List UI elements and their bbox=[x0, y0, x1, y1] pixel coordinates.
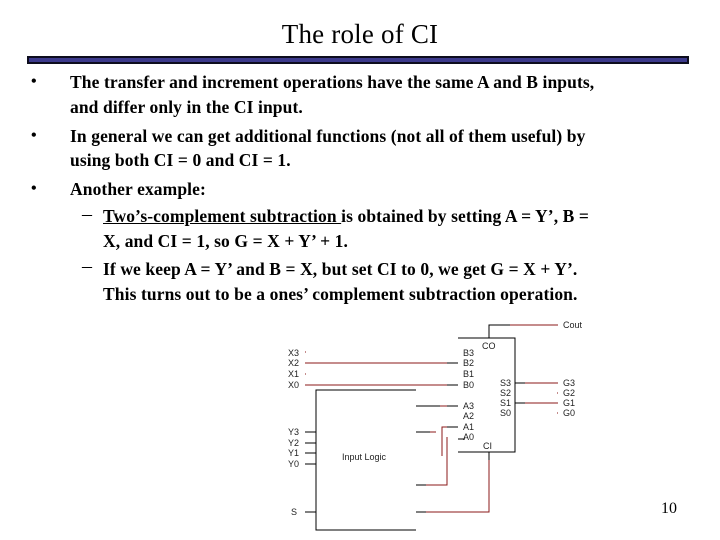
label-cout: Cout bbox=[563, 320, 583, 330]
label-s1: S1 bbox=[500, 398, 511, 408]
label-x1: X1 bbox=[288, 369, 299, 379]
label-s2: S2 bbox=[500, 388, 511, 398]
label-co: CO bbox=[482, 341, 496, 351]
label-g0: G0 bbox=[563, 408, 575, 418]
logic-block-label: Input Logic bbox=[342, 452, 387, 462]
label-g3: G3 bbox=[563, 378, 575, 388]
label-g1: G1 bbox=[563, 398, 575, 408]
label-ci: CI bbox=[483, 441, 492, 451]
label-b3: B3 bbox=[463, 348, 474, 358]
label-x2: X2 bbox=[288, 358, 299, 368]
label-y0: Y0 bbox=[288, 459, 299, 469]
label-b1: B1 bbox=[463, 369, 474, 379]
label-s3: S3 bbox=[500, 378, 511, 388]
label-y2: Y2 bbox=[288, 438, 299, 448]
label-y1: Y1 bbox=[288, 448, 299, 458]
label-a2: A2 bbox=[463, 411, 474, 421]
label-b2: B2 bbox=[463, 358, 474, 368]
page-number: 10 bbox=[661, 500, 677, 517]
label-b0: B0 bbox=[463, 380, 474, 390]
label-x0: X0 bbox=[288, 380, 299, 390]
label-a3: A3 bbox=[463, 401, 474, 411]
label-s0: S0 bbox=[500, 408, 511, 418]
circuit-diagram: X3 X2 X1 X0 Y3 Y2 Y1 Y0 S Input Logic B3… bbox=[288, 320, 583, 531]
label-x3: X3 bbox=[288, 348, 299, 358]
label-y3: Y3 bbox=[288, 427, 299, 437]
label-a1: A1 bbox=[463, 422, 474, 432]
label-a0: A0 bbox=[463, 432, 474, 442]
label-g2: G2 bbox=[563, 388, 575, 398]
label-s: S bbox=[291, 507, 297, 517]
